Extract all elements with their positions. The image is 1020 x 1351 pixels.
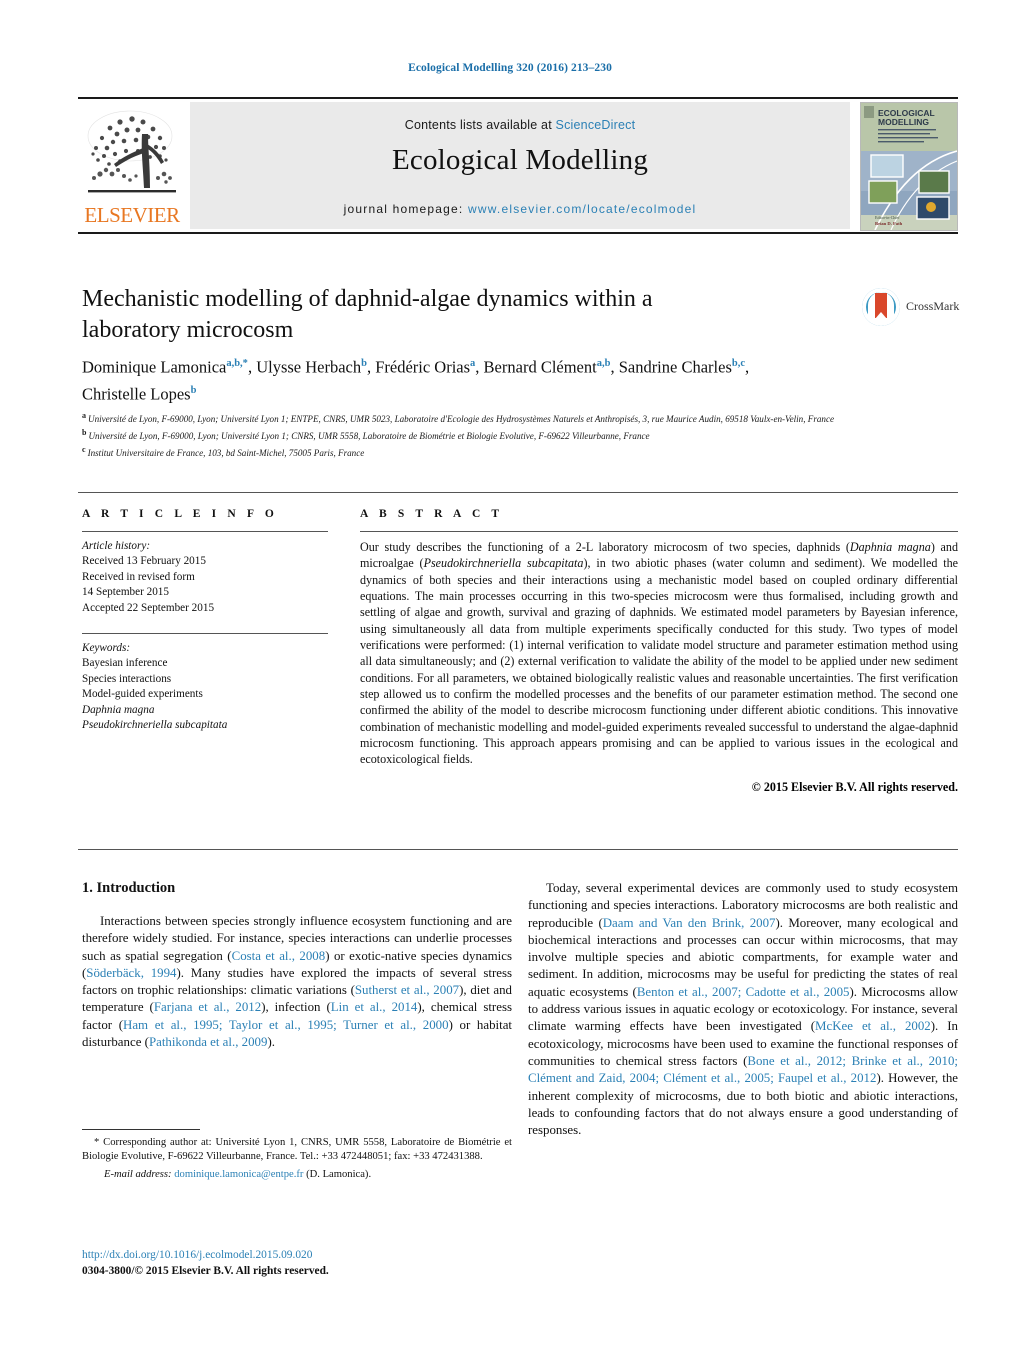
- article-history-label: Article history:: [82, 540, 151, 552]
- article-history-line: Received 13 February 2015: [82, 555, 206, 568]
- citation-link[interactable]: McKee et al., 2002: [815, 1019, 931, 1033]
- citation-link[interactable]: Daam and Van den Brink, 2007: [603, 916, 776, 930]
- author-affiliation-marker: a,b,*: [226, 358, 248, 369]
- author-list: Dominique Lamonicaa,b,*, Ulysse Herbachb…: [82, 357, 750, 404]
- affiliation-item: b Université de Lyon, F-69000, Lyon; Uni…: [82, 428, 650, 442]
- abstract-divider: [360, 531, 958, 532]
- article-info-column: A R T I C L E I N F O Article history: R…: [82, 508, 328, 733]
- footnote-divider: [82, 1129, 200, 1130]
- issn-copyright-line: 0304-3800/© 2015 Elsevier B.V. All right…: [82, 1265, 329, 1277]
- affiliation-list: a Université de Lyon, F-69000, Lyon; Uni…: [82, 409, 962, 461]
- citation-link[interactable]: Ham et al., 1995; Taylor et al., 1995; T…: [123, 1018, 449, 1032]
- page-title: Mechanistic modelling of daphnid-algae d…: [82, 286, 653, 343]
- paper-page: Ecological Modelling 320 (2016) 213–230: [0, 0, 1020, 1351]
- author-name: Christelle Lopes: [82, 384, 191, 403]
- journal-masthead: ELSEVIER Contents lists available at Sci…: [78, 97, 958, 234]
- keyword-item: Bayesian inference: [82, 657, 168, 670]
- author-name: Frédéric Orias: [375, 357, 471, 377]
- abstract-text-run: ), in two abiotic phases (water column a…: [360, 556, 959, 767]
- citation-link[interactable]: Pathikonda et al., 2009: [149, 1035, 268, 1049]
- affiliation-item: c Institut Universitaire de France, 103,…: [82, 445, 365, 459]
- article-history-block: Article history: Received 13 February 20…: [82, 539, 328, 616]
- keywords-divider: [82, 633, 328, 635]
- elsevier-tree-icon: [87, 110, 176, 193]
- svg-text:Editor-in-Chief: Editor-in-Chief: [875, 215, 900, 220]
- citation-link[interactable]: Sutherst et al., 2007: [355, 983, 459, 997]
- abstract-text: Our study describes the functioning of a…: [360, 539, 958, 768]
- body-text-run: ).: [267, 1035, 275, 1050]
- crossmark-badge[interactable]: CrossMark: [862, 288, 960, 328]
- citation-link[interactable]: Söderbäck, 1994: [86, 966, 176, 980]
- homepage-prefix: journal homepage:: [343, 202, 468, 216]
- article-info-heading: A R T I C L E I N F O: [82, 508, 278, 520]
- abstract-copyright: © 2015 Elsevier B.V. All rights reserved…: [751, 779, 958, 794]
- masthead-band: Contents lists available at ScienceDirec…: [190, 102, 850, 229]
- email-suffix: (D. Lamonica).: [306, 1168, 372, 1180]
- author-affiliation-marker: a: [470, 358, 476, 369]
- email-note: E-mail address: dominique.lamonica@entpe…: [82, 1168, 512, 1182]
- author-name: Ulysse Herbach: [256, 357, 362, 377]
- species-name: Daphnia magna: [849, 540, 931, 554]
- author-name: Sandrine Charles: [618, 357, 732, 377]
- article-history-line: 14 September 2015: [82, 586, 169, 599]
- body-column-right: Today, several experimental devices are …: [528, 880, 958, 1148]
- citation-link[interactable]: Benton et al., 2007; Cadotte et al., 200…: [637, 985, 850, 999]
- email-label: E-mail address:: [104, 1168, 172, 1180]
- abstract-heading: A B S T R A C T: [360, 508, 504, 520]
- corresponding-author-note: * Corresponding author at: Université Ly…: [82, 1137, 512, 1163]
- divider-below-abstract: [78, 849, 958, 850]
- abstract-column: A B S T R A C T Our study describes the …: [360, 508, 958, 795]
- crossmark-label: CrossMark: [906, 299, 960, 313]
- svg-text:MODELLING: MODELLING: [878, 117, 929, 127]
- section-heading-introduction: 1. Introduction: [82, 880, 176, 896]
- species-name: Pseudokirchneriella subcapitata: [423, 556, 584, 571]
- sciencedirect-link[interactable]: ScienceDirect: [556, 118, 636, 132]
- crossmark-icon: [862, 288, 900, 326]
- keywords-label: Keywords:: [82, 642, 131, 655]
- contents-prefix: Contents lists available at: [404, 118, 556, 132]
- keyword-item: Daphnia magna: [82, 703, 155, 716]
- citation-link[interactable]: Lin et al., 2014: [331, 1000, 418, 1014]
- svg-text:Brian D. Fath: Brian D. Fath: [875, 221, 903, 226]
- intro-paragraph-right: Today, several experimental devices are …: [528, 880, 958, 1139]
- elsevier-logo: ELSEVIER: [78, 102, 186, 229]
- email-link[interactable]: dominique.lamonica@entpe.fr: [174, 1169, 303, 1180]
- author-affiliation-marker: a,b: [596, 358, 611, 369]
- article-history-lines: Received 13 February 2015 Received in rev…: [82, 554, 328, 616]
- body-text-run: ), infection (: [261, 1000, 331, 1015]
- elsevier-wordmark: ELSEVIER: [84, 203, 180, 227]
- keyword-item: Model-guided experiments: [82, 688, 203, 701]
- author-affiliation-marker: b: [361, 358, 367, 369]
- author-affiliation-marker: b,c: [731, 358, 745, 369]
- affiliation-item: a Université de Lyon, F-69000, Lyon; Uni…: [82, 411, 835, 425]
- intro-paragraph-left: Interactions between species strongly in…: [82, 913, 512, 1051]
- keywords-block: Keywords: Bayesian inference Species inte…: [82, 641, 328, 733]
- homepage-url-link[interactable]: www.elsevier.com/locate/ecolmodel: [468, 202, 696, 216]
- doi-block: http://dx.doi.org/10.1016/j.ecolmodel.20…: [82, 1247, 522, 1279]
- running-head: Ecological Modelling 320 (2016) 213–230: [408, 62, 612, 74]
- journal-title: Ecological Modelling: [391, 144, 649, 176]
- footnote-block: * Corresponding author at: Université Ly…: [82, 1136, 512, 1182]
- author-name: Dominique Lamonica: [82, 357, 227, 377]
- homepage-line: journal homepage: www.elsevier.com/locat…: [190, 202, 850, 216]
- journal-cover-thumbnail: ECOLOGICAL MODELLING Editor-in-Chief Bri…: [860, 102, 958, 231]
- citation-link[interactable]: Farjana et al., 2012: [154, 1000, 261, 1014]
- doi-link[interactable]: http://dx.doi.org/10.1016/j.ecolmodel.20…: [82, 1247, 522, 1263]
- cover-artwork: ECOLOGICAL MODELLING Editor-in-Chief Bri…: [861, 103, 957, 230]
- author-name: Bernard Clément: [483, 357, 597, 377]
- article-history-line: Accepted 22 September 2015: [82, 601, 215, 614]
- body-column-left: 1. Introduction Interactions between spe…: [82, 880, 512, 1060]
- keyword-item: Pseudokirchneriella subcapitata: [82, 719, 228, 732]
- article-info-divider: [82, 531, 328, 532]
- divider-above-abstract: [78, 492, 958, 493]
- keyword-lines: Bayesian inference Species interactions Mo…: [82, 656, 328, 733]
- contents-line: Contents lists available at ScienceDirec…: [190, 118, 850, 132]
- keyword-item: Species interactions: [82, 672, 172, 685]
- article-history-line: Received in revised form: [82, 570, 195, 583]
- author-affiliation-marker: b: [190, 384, 197, 396]
- citation-link[interactable]: Costa et al., 2008: [232, 949, 326, 963]
- abstract-text-run: Our study describes the functioning of a…: [360, 540, 850, 554]
